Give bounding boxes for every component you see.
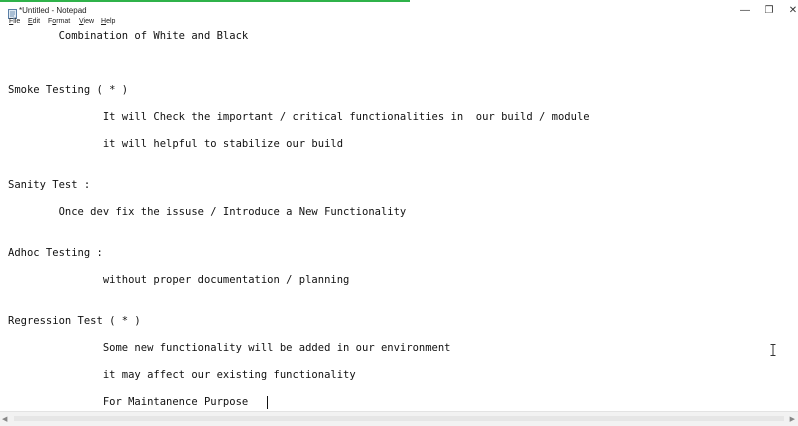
menu-bar: File Edit Format View Help [0, 17, 798, 29]
menu-help[interactable]: Help [101, 18, 115, 25]
text-line: it may affect our existing functionality [8, 369, 356, 381]
text-line: It will Check the important / critical f… [8, 111, 590, 123]
menu-format-label: rmat [56, 18, 71, 25]
text-caret [267, 396, 268, 409]
menu-format[interactable]: Format [48, 18, 70, 25]
text-line: Adhoc Testing : [8, 247, 103, 259]
minimize-button[interactable]: — [732, 4, 758, 18]
close-button[interactable]: ✕ [780, 4, 798, 18]
ibeam-cursor-icon [770, 343, 776, 356]
text-line: Once dev fix the issuse / Introduce a Ne… [8, 206, 407, 218]
title-bar[interactable]: *Untitled - Notepad — ❐ ✕ [0, 2, 798, 19]
menu-view-label: iew [83, 18, 95, 25]
menu-file[interactable]: File [9, 18, 20, 25]
menu-file-label: ile [13, 18, 21, 25]
menu-view[interactable]: View [79, 18, 94, 25]
notepad-app-icon [8, 6, 17, 19]
menu-help-label: elp [106, 18, 116, 25]
scroll-left-arrow-icon[interactable]: ◀ [2, 415, 7, 423]
text-line: without proper documentation / planning [8, 274, 350, 286]
text-line: Some new functionality will be added in … [8, 342, 451, 354]
text-line: Regression Test ( * ) [8, 315, 141, 327]
maximize-button[interactable]: ❐ [756, 4, 782, 18]
scrollbar-thumb[interactable] [14, 416, 784, 421]
horizontal-scrollbar[interactable]: ◀ ▶ [0, 411, 798, 426]
menu-edit-label: dit [32, 18, 41, 25]
window-title: *Untitled - Notepad [19, 6, 87, 15]
text-line: For Maintanence Purpose [8, 396, 255, 408]
menu-edit[interactable]: Edit [28, 18, 40, 25]
text-line: it will helpful to stabilize our build [8, 138, 344, 150]
scroll-right-arrow-icon[interactable]: ▶ [790, 415, 795, 423]
text-line: Sanity Test : [8, 179, 91, 191]
text-line: Smoke Testing ( * ) [8, 84, 129, 96]
text-line: Combination of White and Black [8, 30, 249, 42]
